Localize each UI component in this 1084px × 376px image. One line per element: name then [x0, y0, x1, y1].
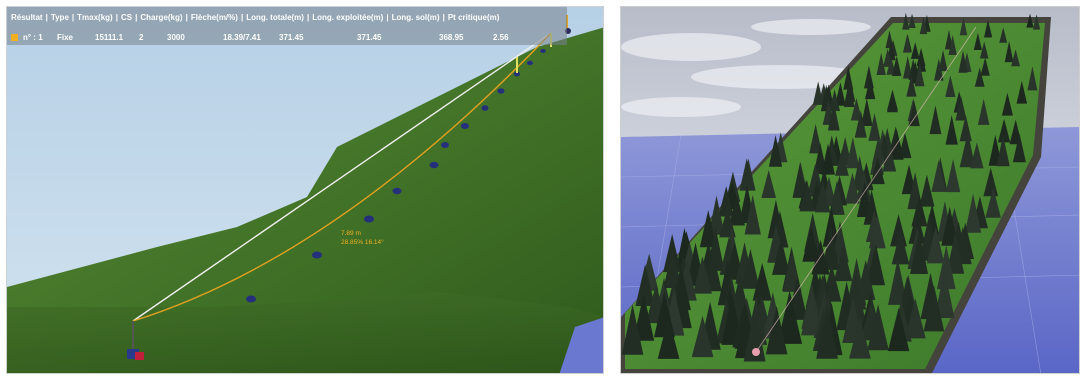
forest-3d-viewport[interactable] — [620, 6, 1080, 374]
support-point — [246, 295, 256, 303]
support-point — [461, 123, 469, 129]
header-fleche: Flèche(m/%) — [190, 12, 238, 22]
result-table: Résultat | Type | Tmax(kg) | CS | Charge(kg)… — [7, 7, 567, 45]
value-pt-critique: 2.56 — [493, 32, 509, 42]
value-fleche: 18.39/7.41 — [223, 32, 261, 42]
result-color-marker — [11, 33, 18, 41]
forest-scene — [621, 7, 1079, 373]
cable-annotation-line2: 28.85% 16.14° — [341, 238, 384, 246]
cable-profile-viewport[interactable]: 7.89 m 28.85% 16.14° Résultat | Type | Tma… — [6, 6, 604, 374]
value-tmax: 15111.1 — [95, 32, 124, 42]
header-tmax: Tmax(kg) — [77, 12, 113, 22]
support-point — [497, 88, 505, 94]
header-type: Type — [50, 12, 69, 22]
header-resultat: Résultat — [11, 12, 43, 22]
support-point — [441, 142, 449, 148]
support-point — [527, 60, 533, 66]
value-long-totale: 371.45 — [279, 32, 304, 42]
support-point — [312, 251, 322, 259]
row-label: n° : 1 — [23, 32, 43, 42]
header-cs: CS — [120, 12, 133, 22]
value-charge: 3000 — [167, 32, 185, 42]
support-point — [392, 187, 402, 195]
header-pt-critique: Pt critique(m) — [447, 12, 500, 22]
cable-profile-scene: 7.89 m 28.85% 16.14° — [7, 7, 603, 373]
support-point — [429, 161, 439, 169]
support-point — [364, 215, 374, 223]
support-point — [540, 49, 546, 53]
value-long-exploitee: 371.45 — [357, 32, 382, 42]
header-long-exploitee: Long. exploitée(m) — [312, 12, 384, 22]
value-cs: 2 — [139, 32, 144, 42]
value-type: Fixe — [57, 32, 74, 42]
bottom-station-marker — [752, 348, 760, 356]
header-long-sol: Long. sol(m) — [391, 12, 440, 22]
result-table-header-row: Résultat | Type | Tmax(kg) | CS | Charge(kg)… — [11, 12, 500, 22]
header-charge: Charge(kg) — [140, 12, 183, 22]
support-point — [481, 105, 489, 111]
header-long-totale: Long. totale(m) — [246, 12, 304, 22]
cable-annotation-line1: 7.89 m — [341, 230, 361, 237]
value-long-sol: 368.95 — [439, 32, 464, 42]
result-table-row[interactable]: n° : 1 Fixe 15111.1 2 3000 18.39/7.41 37… — [11, 30, 563, 44]
